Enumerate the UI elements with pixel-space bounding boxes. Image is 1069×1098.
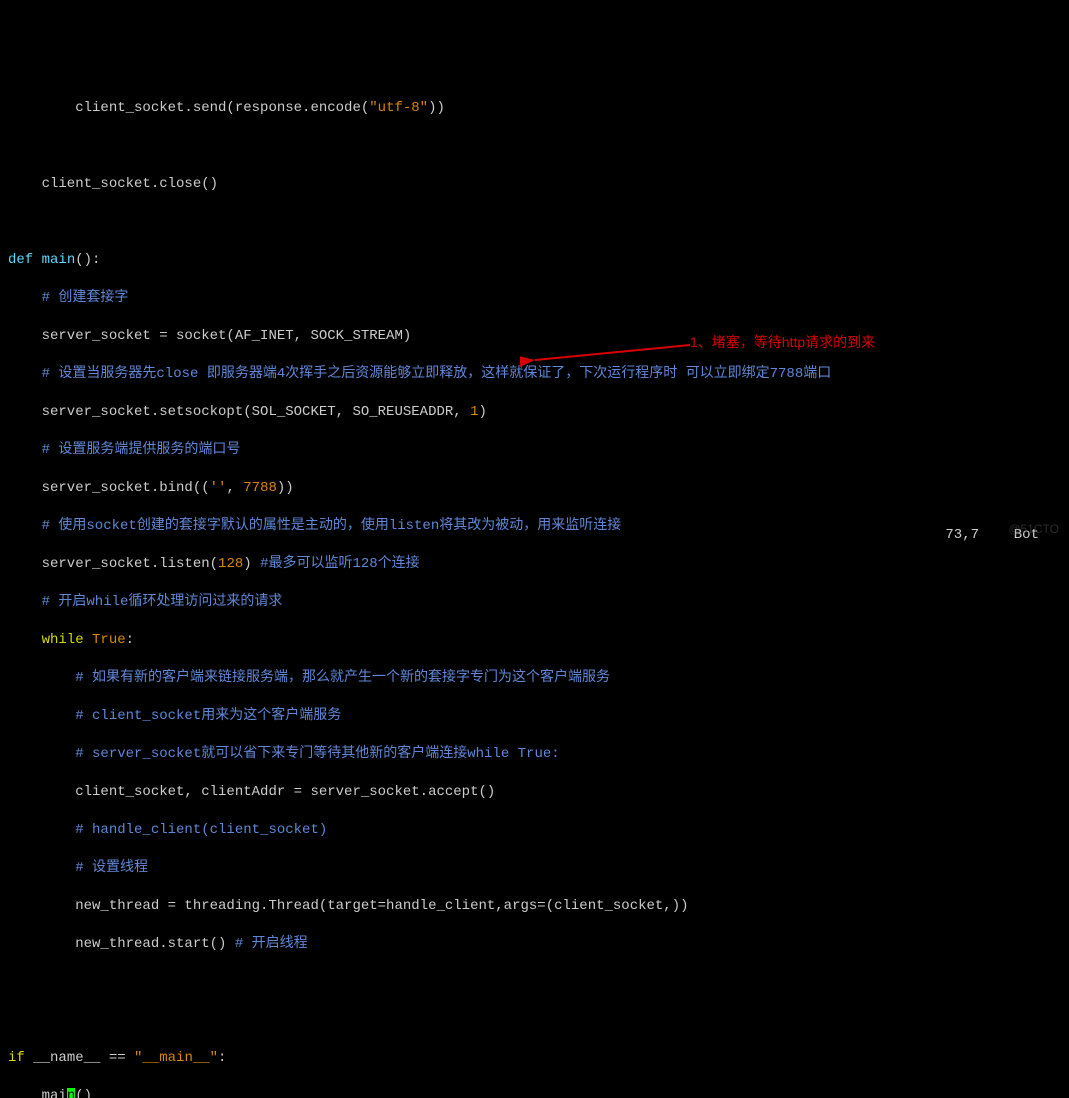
string-literal: '' [210,480,227,496]
comment: # 设置服务端提供服务的端口号 [8,442,240,458]
number-literal: 128 [218,556,243,572]
comment: #最多可以监听128个连接 [260,556,420,572]
keyword-true: True [92,632,126,648]
comment: # 使用socket创建的套接字默认的属性是主动的，使用listen将其改为被动… [8,518,621,534]
code-text: server_socket.listen( [8,556,218,572]
code-text: )) [277,480,294,496]
code-text: : [218,1050,226,1066]
comment: # server_socket就可以省下来专门等待其他新的客户端连接while … [8,746,560,762]
code-text: client_socket.close() [8,176,218,192]
code-text: client_socket.send(response.encode( [8,100,369,116]
comment: # client_socket用来为这个客户端服务 [8,708,341,724]
code-text: : [126,632,134,648]
code-text: client_socket, clientAddr = server_socke… [8,784,495,800]
code-text: mai [8,1088,67,1098]
comment: # 设置线程 [8,860,148,876]
function-name: main [33,252,75,268]
comment: # 如果有新的客户端来链接服务端，那么就产生一个新的套接字专门为这个客户端服务 [8,670,610,686]
code-text: __name__ == [25,1050,134,1066]
text-cursor: n [67,1088,75,1098]
code-text: ) [243,556,260,572]
comment: # handle_client(client_socket) [8,822,327,838]
keyword-def: def [8,252,33,268]
keyword-if: if [8,1050,25,1066]
code-text: new_thread = threading.Thread(target=han… [8,898,689,914]
annotation-text: 1、堵塞，等待http请求的到来 [690,333,875,352]
string-literal: "__main__" [134,1050,218,1066]
comment: # 设置当服务器先close 即服务器端4次挥手之后资源能够立即释放，这样就保证… [8,366,831,382]
string-literal: "utf-8" [369,100,428,116]
code-text: server_socket.bind(( [8,480,210,496]
cursor-position: 73,7 [945,526,979,545]
code-editor[interactable]: client_socket.send(response.encode("utf-… [0,76,1069,1098]
code-text: , [226,480,243,496]
keyword-while: while [8,632,84,648]
code-text: new_thread.start() [8,936,235,952]
code-text: (): [75,252,100,268]
code-text [84,632,92,648]
code-text: server_socket = socket(AF_INET, SOCK_STR… [8,328,411,344]
code-text: () [75,1088,92,1098]
watermark: @51CTO [1008,520,1059,539]
comment: # 开启线程 [235,936,308,952]
comment: # 开启while循环处理访问过来的请求 [8,594,282,610]
code-text: )) [428,100,445,116]
number-literal: 7788 [243,480,277,496]
comment: # 创建套接字 [8,290,128,306]
code-text: server_socket.setsockopt(SOL_SOCKET, SO_… [8,404,470,420]
code-text: ) [478,404,486,420]
